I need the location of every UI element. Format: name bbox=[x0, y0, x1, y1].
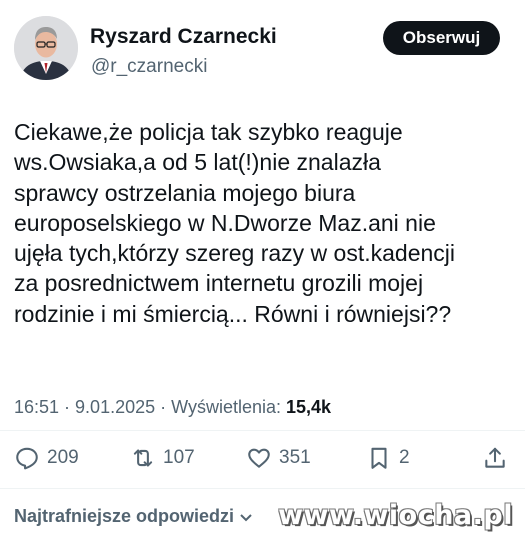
tweet-line: rodzinie i mi śmiercią... Równi i równie… bbox=[14, 300, 452, 327]
divider bbox=[0, 488, 525, 489]
meta-separator: · bbox=[155, 397, 172, 417]
divider bbox=[0, 430, 525, 431]
author-display-name[interactable]: Ryszard Czarnecki bbox=[90, 25, 277, 49]
tweet-line: za posrednictwem internetu grozili mojej bbox=[14, 270, 424, 297]
bookmark-count: 2 bbox=[399, 447, 410, 468]
replies-sort-dropdown[interactable]: Najtrafniejsze odpowiedzi bbox=[14, 506, 254, 527]
author-avatar[interactable] bbox=[14, 16, 78, 80]
heart-icon bbox=[248, 448, 270, 468]
like-button[interactable]: 351 bbox=[246, 438, 311, 478]
like-count: 351 bbox=[279, 447, 311, 468]
repost-icon bbox=[133, 449, 153, 467]
tweet-meta: 16:51 · 9.01.2025 · Wyświetlenia: 15,4k bbox=[14, 397, 331, 418]
reply-count: 209 bbox=[47, 447, 79, 468]
meta-separator: · bbox=[59, 397, 76, 417]
repost-count: 107 bbox=[163, 447, 195, 468]
user-photo-avatar-icon bbox=[14, 16, 78, 80]
tweet-line: europoselskiego w N.Dworze Maz.ani nie bbox=[14, 209, 436, 236]
tweet-line: ws.Owsiaka,a od 5 lat(!)nie znalazła bbox=[14, 149, 381, 176]
replies-sort-label: Najtrafniejsze odpowiedzi bbox=[14, 506, 235, 526]
tweet-text: Ciekawe,że policja tak szybko reaguje ws… bbox=[14, 117, 514, 329]
action-bar: 209 107 351 2 bbox=[0, 438, 525, 478]
chevron-down-icon bbox=[240, 513, 252, 521]
tweet-line: sprawcy ostrzelania mojego biura bbox=[14, 179, 356, 206]
views-label: Wyświetlenia: bbox=[171, 397, 281, 417]
tweet-date[interactable]: 9.01.2025 bbox=[75, 397, 155, 417]
tweet-line: ujęła tych,którzy szereg razy w ost.kade… bbox=[14, 240, 456, 267]
reply-bubble-icon bbox=[16, 447, 38, 470]
tweet-line: Ciekawe,że policja tak szybko reaguje bbox=[14, 119, 403, 145]
repost-button[interactable]: 107 bbox=[130, 438, 195, 478]
tweet-time[interactable]: 16:51 bbox=[14, 397, 59, 417]
watermark: www.wiocha.pl bbox=[278, 500, 513, 531]
share-button[interactable] bbox=[482, 438, 508, 478]
share-icon bbox=[485, 447, 505, 468]
views-count: 15,4k bbox=[286, 397, 332, 417]
reply-button[interactable]: 209 bbox=[14, 438, 79, 478]
author-handle[interactable]: @r_czarnecki bbox=[91, 56, 207, 78]
bookmark-button[interactable]: 2 bbox=[366, 438, 410, 478]
follow-button[interactable]: Obserwuj bbox=[383, 21, 500, 55]
bookmark-icon bbox=[371, 447, 387, 469]
